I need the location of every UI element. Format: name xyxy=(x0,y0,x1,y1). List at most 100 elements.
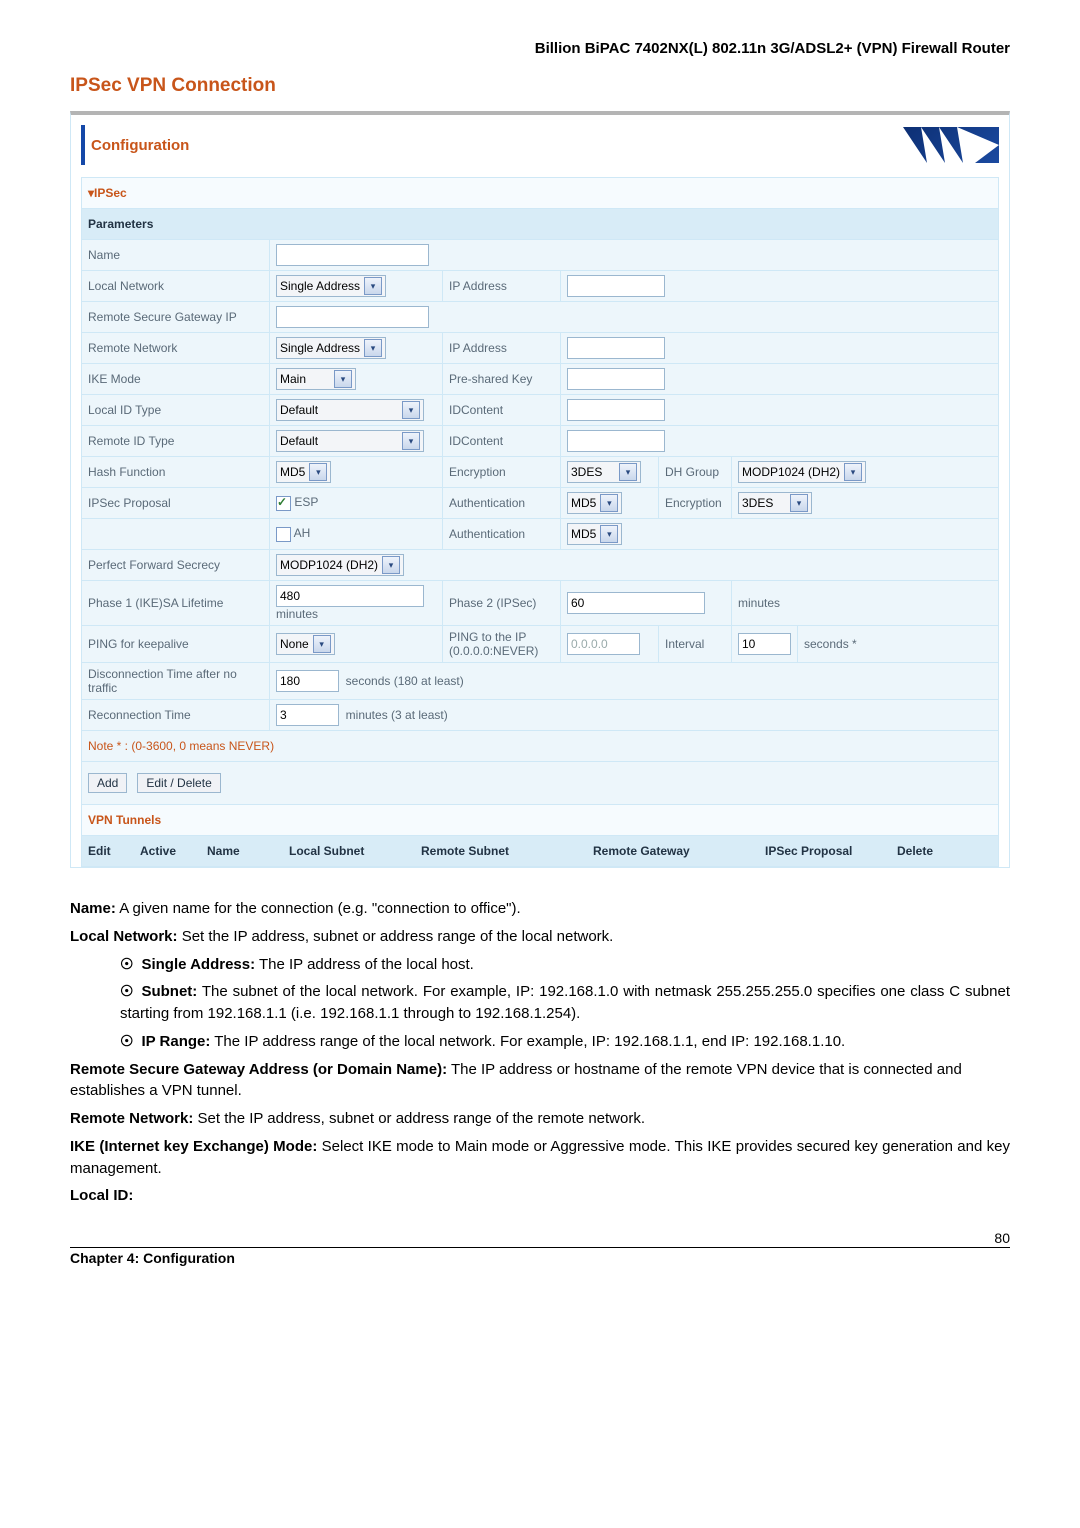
chevron-down-icon: ▾ xyxy=(844,463,862,481)
desc-name-t: A given name for the connection (e.g. "c… xyxy=(116,900,521,917)
name-input[interactable] xyxy=(276,244,429,266)
col-delete: Delete xyxy=(891,836,998,866)
label-phase1: Phase 1 (IKE)SA Lifetime xyxy=(82,581,270,626)
list-item: IP Range: The IP address range of the lo… xyxy=(120,1031,1010,1053)
chevron-down-icon: ▾ xyxy=(309,463,327,481)
label-local-network: Local Network xyxy=(82,271,270,302)
preshared-key-input[interactable] xyxy=(567,368,665,390)
label-seconds-180: seconds (180 at least) xyxy=(346,674,464,688)
encryption2-select[interactable]: 3DES▾ xyxy=(738,492,812,514)
label-pfs: Perfect Forward Secrecy xyxy=(82,550,270,581)
local-id-type-select[interactable]: Default▾ xyxy=(276,399,424,421)
brand-logo-icon xyxy=(879,127,999,163)
local-ip-input[interactable] xyxy=(567,275,665,297)
label-phase2: Phase 2 (IPSec) xyxy=(443,581,561,626)
chapter-label: Chapter 4: Configuration xyxy=(70,1250,235,1266)
label-interval: Interval xyxy=(659,626,732,663)
label-ip-address: IP Address xyxy=(443,271,561,302)
esp-checkbox[interactable] xyxy=(276,496,291,511)
desc-localnet-t: Set the IP address, subnet or address ra… xyxy=(178,928,614,945)
label-minutes-2: minutes xyxy=(732,581,999,626)
label-hash-function: Hash Function xyxy=(82,457,270,488)
interval-input[interactable] xyxy=(738,633,791,655)
desc-name-b: Name: xyxy=(70,900,116,917)
chevron-down-icon: ▾ xyxy=(364,277,382,295)
label-esp: ESP xyxy=(294,495,318,509)
page-footer: 80 Chapter 4: Configuration xyxy=(70,1247,1010,1266)
col-name: Name xyxy=(201,836,283,866)
local-idcontent-input[interactable] xyxy=(567,399,665,421)
label-preshared-key: Pre-shared Key xyxy=(443,364,561,395)
reconn-input[interactable] xyxy=(276,704,339,726)
desc-localnet-b: Local Network: xyxy=(70,928,178,945)
chevron-down-icon: ▾ xyxy=(402,401,420,419)
section-title: IPSec VPN Connection xyxy=(70,75,1010,97)
hash-select[interactable]: MD5▾ xyxy=(276,461,331,483)
label-ah: AH xyxy=(294,526,311,540)
label-remote-network: Remote Network xyxy=(82,333,270,364)
li3-t: The IP address range of the local networ… xyxy=(210,1033,845,1050)
local-network-select[interactable]: Single Address▾ xyxy=(276,275,386,297)
col-remote-gateway: Remote Gateway xyxy=(587,836,759,866)
note-text: Note * : (0-3600, 0 means NEVER) xyxy=(82,731,999,762)
ike-mode-select[interactable]: Main▾ xyxy=(276,368,356,390)
label-ike-mode: IKE Mode xyxy=(82,364,270,395)
discon-input[interactable] xyxy=(276,670,339,692)
add-button[interactable]: Add xyxy=(88,773,127,793)
auth1-select[interactable]: MD5▾ xyxy=(567,492,622,514)
col-ipsec-proposal: IPSec Proposal xyxy=(759,836,891,866)
remote-ip-input[interactable] xyxy=(567,337,665,359)
remote-id-type-select[interactable]: Default▾ xyxy=(276,430,424,452)
label-minutes-1: minutes xyxy=(276,607,318,621)
description-block: Name: A given name for the connection (e… xyxy=(70,898,1010,1207)
chevron-down-icon: ▾ xyxy=(334,370,352,388)
auth2-select[interactable]: MD5▾ xyxy=(567,523,622,545)
label-dh-group: DH Group xyxy=(659,457,732,488)
label-remote-gateway-ip: Remote Secure Gateway IP xyxy=(82,302,270,333)
label-ping-keepalive: PING for keepalive xyxy=(82,626,270,663)
chevron-down-icon: ▾ xyxy=(402,432,420,450)
remote-network-select[interactable]: Single Address▾ xyxy=(276,337,386,359)
label-local-id-type: Local ID Type xyxy=(82,395,270,426)
edit-delete-button[interactable]: Edit / Delete xyxy=(137,773,220,793)
remote-gateway-input[interactable] xyxy=(276,306,429,328)
col-remote-subnet: Remote Subnet xyxy=(415,836,587,866)
label-ip-address-2: IP Address xyxy=(443,333,561,364)
product-header: Billion BiPAC 7402NX(L) 802.11n 3G/ADSL2… xyxy=(70,40,1010,57)
chevron-down-icon: ▾ xyxy=(364,339,382,357)
li3-b: IP Range: xyxy=(141,1033,210,1050)
vpn-tunnels-header: VPN Tunnels xyxy=(82,805,999,836)
phase2-input[interactable] xyxy=(567,592,705,614)
label-auth-1: Authentication xyxy=(443,488,561,519)
label-ipsec-proposal: IPSec Proposal xyxy=(82,488,270,519)
ping-ip-input[interactable] xyxy=(567,633,640,655)
li1-t: The IP address of the local host. xyxy=(255,956,474,973)
page-number: 80 xyxy=(994,1230,1010,1246)
pfs-select[interactable]: MODP1024 (DH2)▾ xyxy=(276,554,404,576)
chevron-down-icon: ▾ xyxy=(600,494,618,512)
desc-rgw-b: Remote Secure Gateway Address (or Domain… xyxy=(70,1061,447,1078)
label-minutes-3: minutes (3 at least) xyxy=(346,708,448,722)
label-remote-id-type: Remote ID Type xyxy=(82,426,270,457)
remote-idcontent-input[interactable] xyxy=(567,430,665,452)
desc-rnet-t: Set the IP address, subnet or address ra… xyxy=(193,1110,645,1127)
label-seconds-star: seconds * xyxy=(798,626,999,663)
ping-select[interactable]: None▾ xyxy=(276,633,335,655)
encryption-select[interactable]: 3DES▾ xyxy=(567,461,641,483)
config-screenshot: Configuration ▾IPSec Parameters Name Loc… xyxy=(70,111,1010,868)
ipsec-tab[interactable]: ▾IPSec xyxy=(82,178,999,209)
ah-checkbox[interactable] xyxy=(276,527,291,542)
label-ping-ip: PING to the IP (0.0.0.0:NEVER) xyxy=(443,626,561,663)
phase1-input[interactable] xyxy=(276,585,424,607)
desc-rnet-b: Remote Network: xyxy=(70,1110,193,1127)
col-edit: Edit xyxy=(82,836,134,866)
desc-ike-b: IKE (Internet key Exchange) Mode: xyxy=(70,1138,317,1155)
dh-group-select[interactable]: MODP1024 (DH2)▾ xyxy=(738,461,866,483)
label-discon: Disconnection Time after no traffic xyxy=(82,663,270,700)
label-idcontent-2: IDContent xyxy=(443,426,561,457)
chevron-down-icon: ▾ xyxy=(313,635,331,653)
chevron-down-icon: ▾ xyxy=(790,494,808,512)
li2-t: The subnet of the local network. For exa… xyxy=(120,983,1010,1022)
label-encryption-1: Encryption xyxy=(443,457,561,488)
col-active: Active xyxy=(134,836,201,866)
